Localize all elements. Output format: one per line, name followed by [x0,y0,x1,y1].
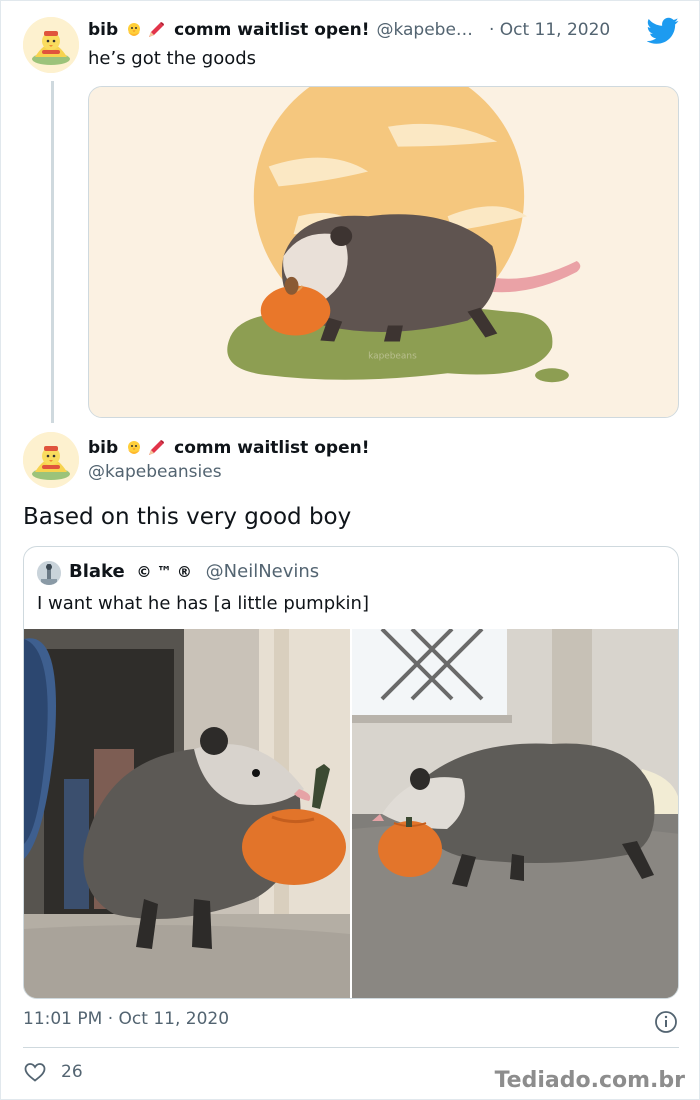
twitter-bird-icon[interactable] [647,17,679,45]
like-count: 26 [61,1062,83,1082]
main-author-row[interactable]: bib comm waitlist open! [88,438,369,458]
user-avatar[interactable] [23,17,79,73]
like-action[interactable]: 26 [23,1060,83,1084]
tweet-screenshot: bib comm waitlist open! @kapebe… · Oct 1… [0,0,700,1100]
handle[interactable]: @kapebe… [376,20,472,40]
info-icon[interactable] [654,1010,678,1034]
quoted-author-row[interactable]: Blake © ™ ® @NeilNevins [69,561,319,582]
artist-signature: kapebeans [368,351,417,361]
display-name[interactable]: bib [88,20,118,40]
site-watermark: Tediado.com.br [494,1068,685,1093]
quoted-tweet[interactable]: Blake © ™ ® @NeilNevins I want what he h… [23,546,679,999]
display-name-suffix: comm waitlist open! [174,20,370,40]
reply-tweet-text: he’s got the goods [88,48,257,69]
quoted-tweet-text: I want what he has [a little pumpkin] [37,593,369,614]
handle[interactable]: @kapebeansies [88,462,222,482]
quoted-photo-left[interactable] [24,629,350,998]
divider [23,1047,679,1048]
display-name[interactable]: bib [88,438,118,458]
tweet-date[interactable]: · Oct 11, 2020 [489,20,610,40]
quoted-handle[interactable]: @NeilNevins [206,561,320,582]
quoted-display-name[interactable]: Blake [69,561,125,582]
quoted-name-symbols: © ™ ® [136,563,192,581]
display-name-suffix: comm waitlist open! [174,438,370,458]
chick-emoji-icon [124,20,144,40]
main-user-avatar[interactable] [23,432,79,488]
chick-emoji-icon [124,438,144,458]
main-tweet-text: Based on this very good boy [23,504,352,530]
pencil-emoji-icon [146,438,166,458]
pencil-emoji-icon [146,20,166,40]
tweet-timestamp[interactable]: 11:01 PM · Oct 11, 2020 [23,1009,229,1029]
thread-line [51,81,54,423]
reply-author-row[interactable]: bib comm waitlist open! @kapebe… · Oct 1… [88,20,610,40]
quoted-user-avatar[interactable] [37,561,61,585]
heart-icon[interactable] [23,1060,47,1084]
tweet-image-illustration[interactable]: kapebeans [88,86,679,418]
quoted-photo-right[interactable] [352,629,678,998]
